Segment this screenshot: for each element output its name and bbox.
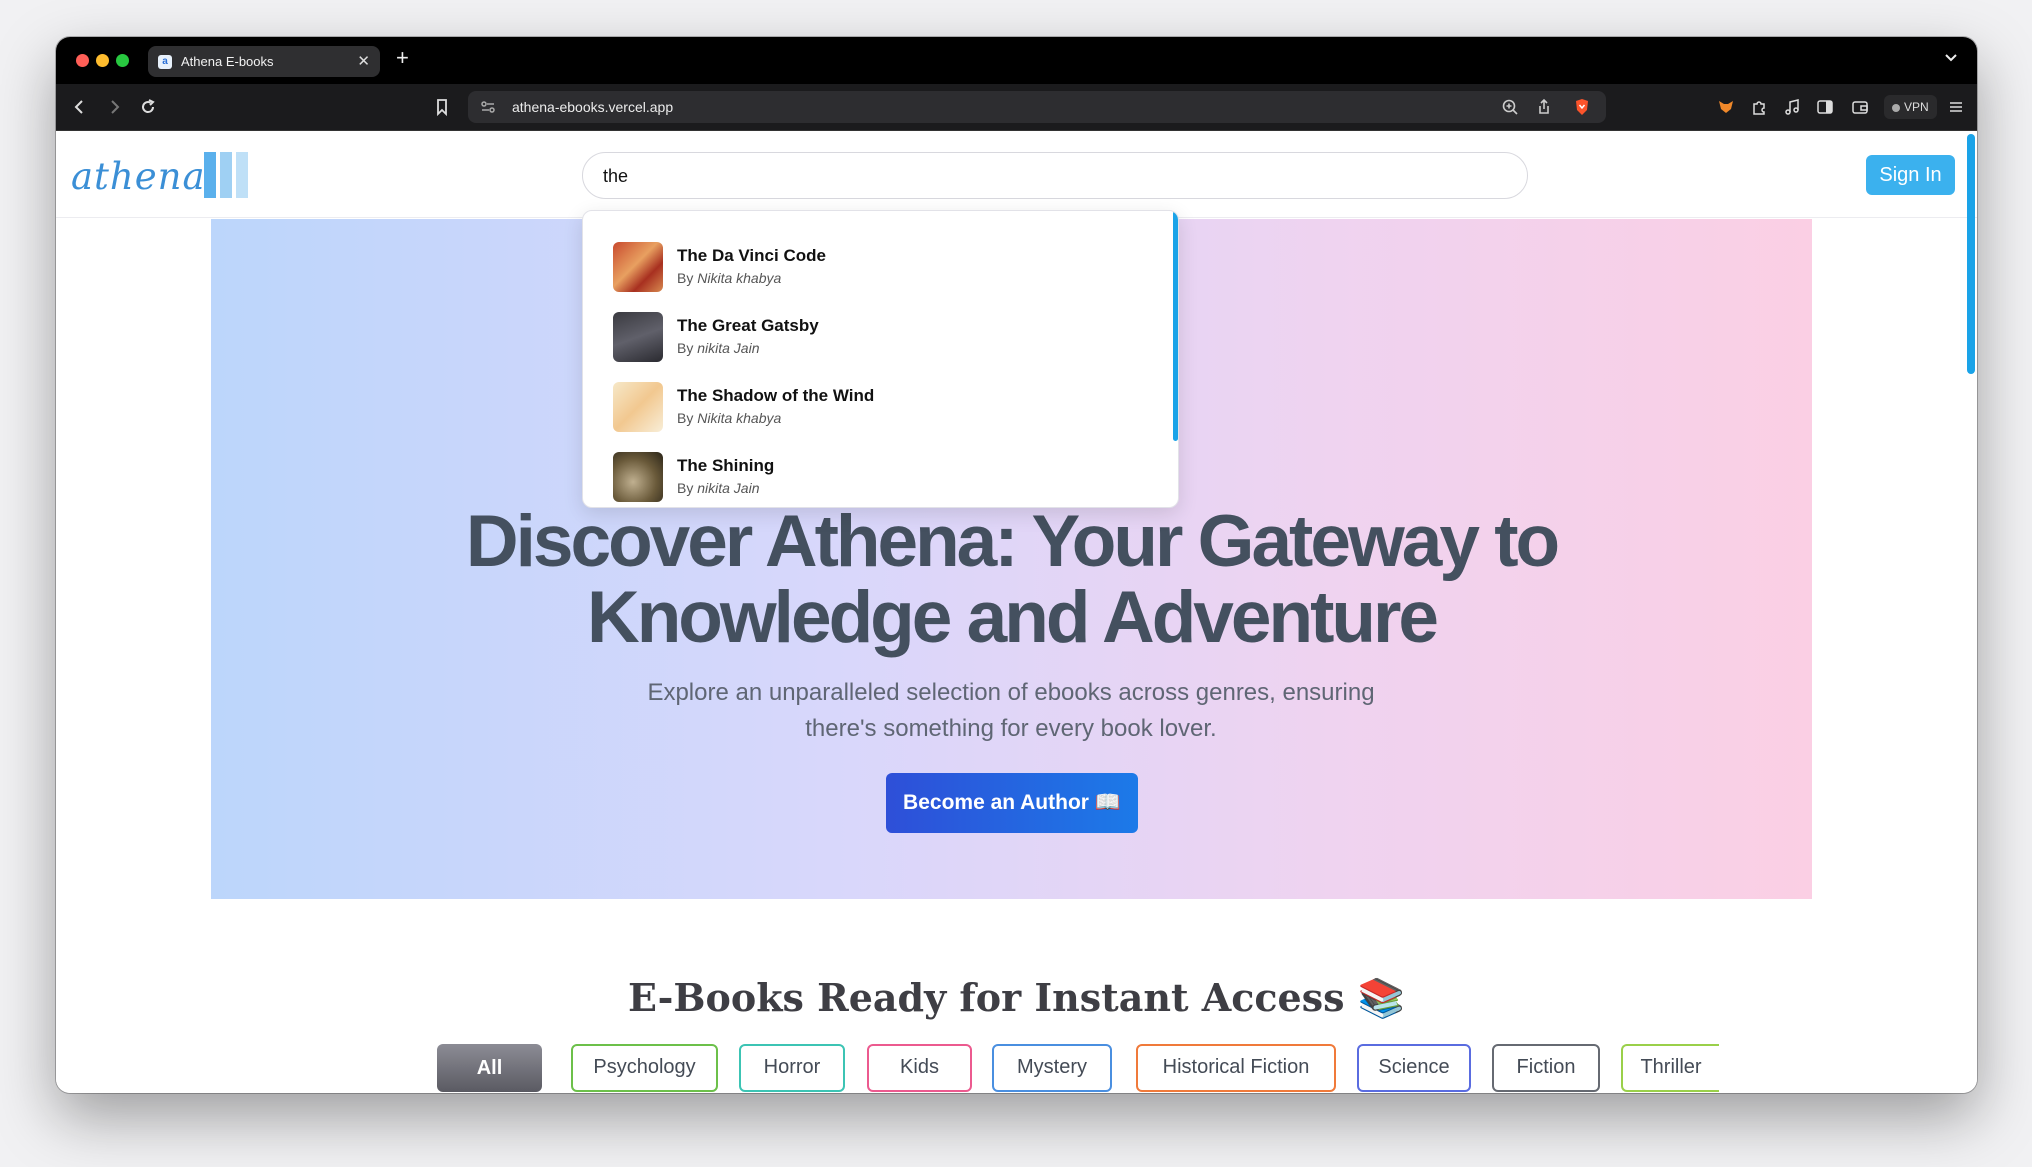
site-settings-icon[interactable] <box>478 97 498 117</box>
search-result-item[interactable]: The Shadow of the Wind By Nikita khabya <box>613 382 1153 434</box>
metamask-fox-icon[interactable] <box>1716 97 1736 117</box>
browser-toolbar: athena-ebooks.vercel.app VPN <box>56 84 1977 131</box>
maximize-window-button[interactable] <box>116 54 129 67</box>
share-icon[interactable] <box>1534 97 1554 117</box>
tab-title: Athena E-books <box>181 54 274 69</box>
search-result-item[interactable]: The Da Vinci Code By Nikita khabya <box>613 242 1153 294</box>
favicon-icon: a <box>158 55 172 69</box>
book-cover-thumbnail <box>613 242 663 292</box>
back-icon[interactable] <box>70 97 90 117</box>
result-author: By Nikita khabya <box>677 410 782 426</box>
music-note-icon[interactable] <box>1782 97 1802 117</box>
close-window-button[interactable] <box>76 54 89 67</box>
genre-kids[interactable]: Kids <box>867 1044 972 1092</box>
sign-in-button[interactable]: Sign In <box>1866 155 1955 195</box>
result-title: The Shadow of the Wind <box>677 386 875 405</box>
genre-historical-fiction[interactable]: Historical Fiction <box>1136 1044 1336 1092</box>
result-author: By nikita Jain <box>677 340 760 356</box>
search-result-item[interactable]: The Shining By nikita Jain <box>613 452 1153 504</box>
genre-science[interactable]: Science <box>1357 1044 1471 1092</box>
result-author: By Nikita khabya <box>677 270 782 286</box>
reload-icon[interactable] <box>138 97 158 117</box>
new-tab-button[interactable]: + <box>396 45 409 71</box>
address-bar[interactable]: athena-ebooks.vercel.app <box>468 91 1606 123</box>
become-author-button[interactable]: Become an Author 📖 <box>886 773 1138 833</box>
tab-strip: a Athena E-books ✕ + <box>56 37 1977 84</box>
hero-title: Discover Athena: Your Gateway to Knowled… <box>211 504 1812 656</box>
hero-title-line2: Knowledge and Adventure <box>587 577 1439 658</box>
site-header: athena Sign In <box>56 132 1977 218</box>
genre-all[interactable]: All <box>437 1044 542 1092</box>
bookmark-icon[interactable] <box>432 97 452 117</box>
search-results-dropdown: The Da Vinci Code By Nikita khabya The G… <box>582 210 1179 508</box>
vpn-button[interactable]: VPN <box>1884 95 1937 119</box>
search-box[interactable] <box>582 152 1528 199</box>
genre-fiction[interactable]: Fiction <box>1492 1044 1600 1092</box>
result-title: The Great Gatsby <box>677 316 819 335</box>
book-cover-thumbnail <box>613 452 663 502</box>
tab-list-chevron-icon[interactable] <box>1943 49 1959 65</box>
book-cover-thumbnail <box>613 382 663 432</box>
genre-filter-bar: All Psychology Horror Kids Mystery Histo… <box>381 1044 1719 1093</box>
browser-window: a Athena E-books ✕ + athena-ebooks.verce… <box>56 37 1977 1093</box>
hero-title-line1: Discover Athena: Your Gateway to <box>465 501 1560 582</box>
page-content: Discover Athena: Your Gateway to Knowled… <box>56 132 1977 1093</box>
extensions-puzzle-icon[interactable] <box>1749 97 1769 117</box>
sidebar-toggle-icon[interactable] <box>1815 97 1835 117</box>
result-title: The Da Vinci Code <box>677 246 826 265</box>
browser-tab[interactable]: a Athena E-books ✕ <box>148 46 380 77</box>
hero-subtitle: Explore an unparalleled selection of ebo… <box>647 679 1375 742</box>
url-text: athena-ebooks.vercel.app <box>512 99 674 115</box>
search-input[interactable] <box>603 164 1483 188</box>
book-cover-thumbnail <box>613 312 663 362</box>
minimize-window-button[interactable] <box>96 54 109 67</box>
logo-bars-icon <box>204 152 250 198</box>
wallet-icon[interactable] <box>1850 97 1870 117</box>
genre-psychology[interactable]: Psychology <box>571 1044 718 1092</box>
genre-horror[interactable]: Horror <box>739 1044 845 1092</box>
logo-text: athena <box>71 155 206 198</box>
zoom-icon[interactable] <box>1500 97 1520 117</box>
section-title: E-Books Ready for Instant Access 📚 <box>627 975 1406 1020</box>
close-tab-icon[interactable]: ✕ <box>357 52 370 70</box>
genre-mystery[interactable]: Mystery <box>992 1044 1112 1092</box>
genre-thriller[interactable]: Thriller <box>1621 1044 1719 1092</box>
forward-icon[interactable] <box>104 97 124 117</box>
menu-hamburger-icon[interactable] <box>1946 97 1966 117</box>
search-result-item[interactable]: The Great Gatsby By nikita Jain <box>613 312 1153 364</box>
dropdown-scrollbar[interactable] <box>1173 211 1178 441</box>
result-author: By nikita Jain <box>677 480 760 496</box>
brave-shield-icon[interactable] <box>1572 97 1592 117</box>
result-title: The Shining <box>677 456 775 475</box>
page-scrollbar[interactable] <box>1967 134 1975 374</box>
